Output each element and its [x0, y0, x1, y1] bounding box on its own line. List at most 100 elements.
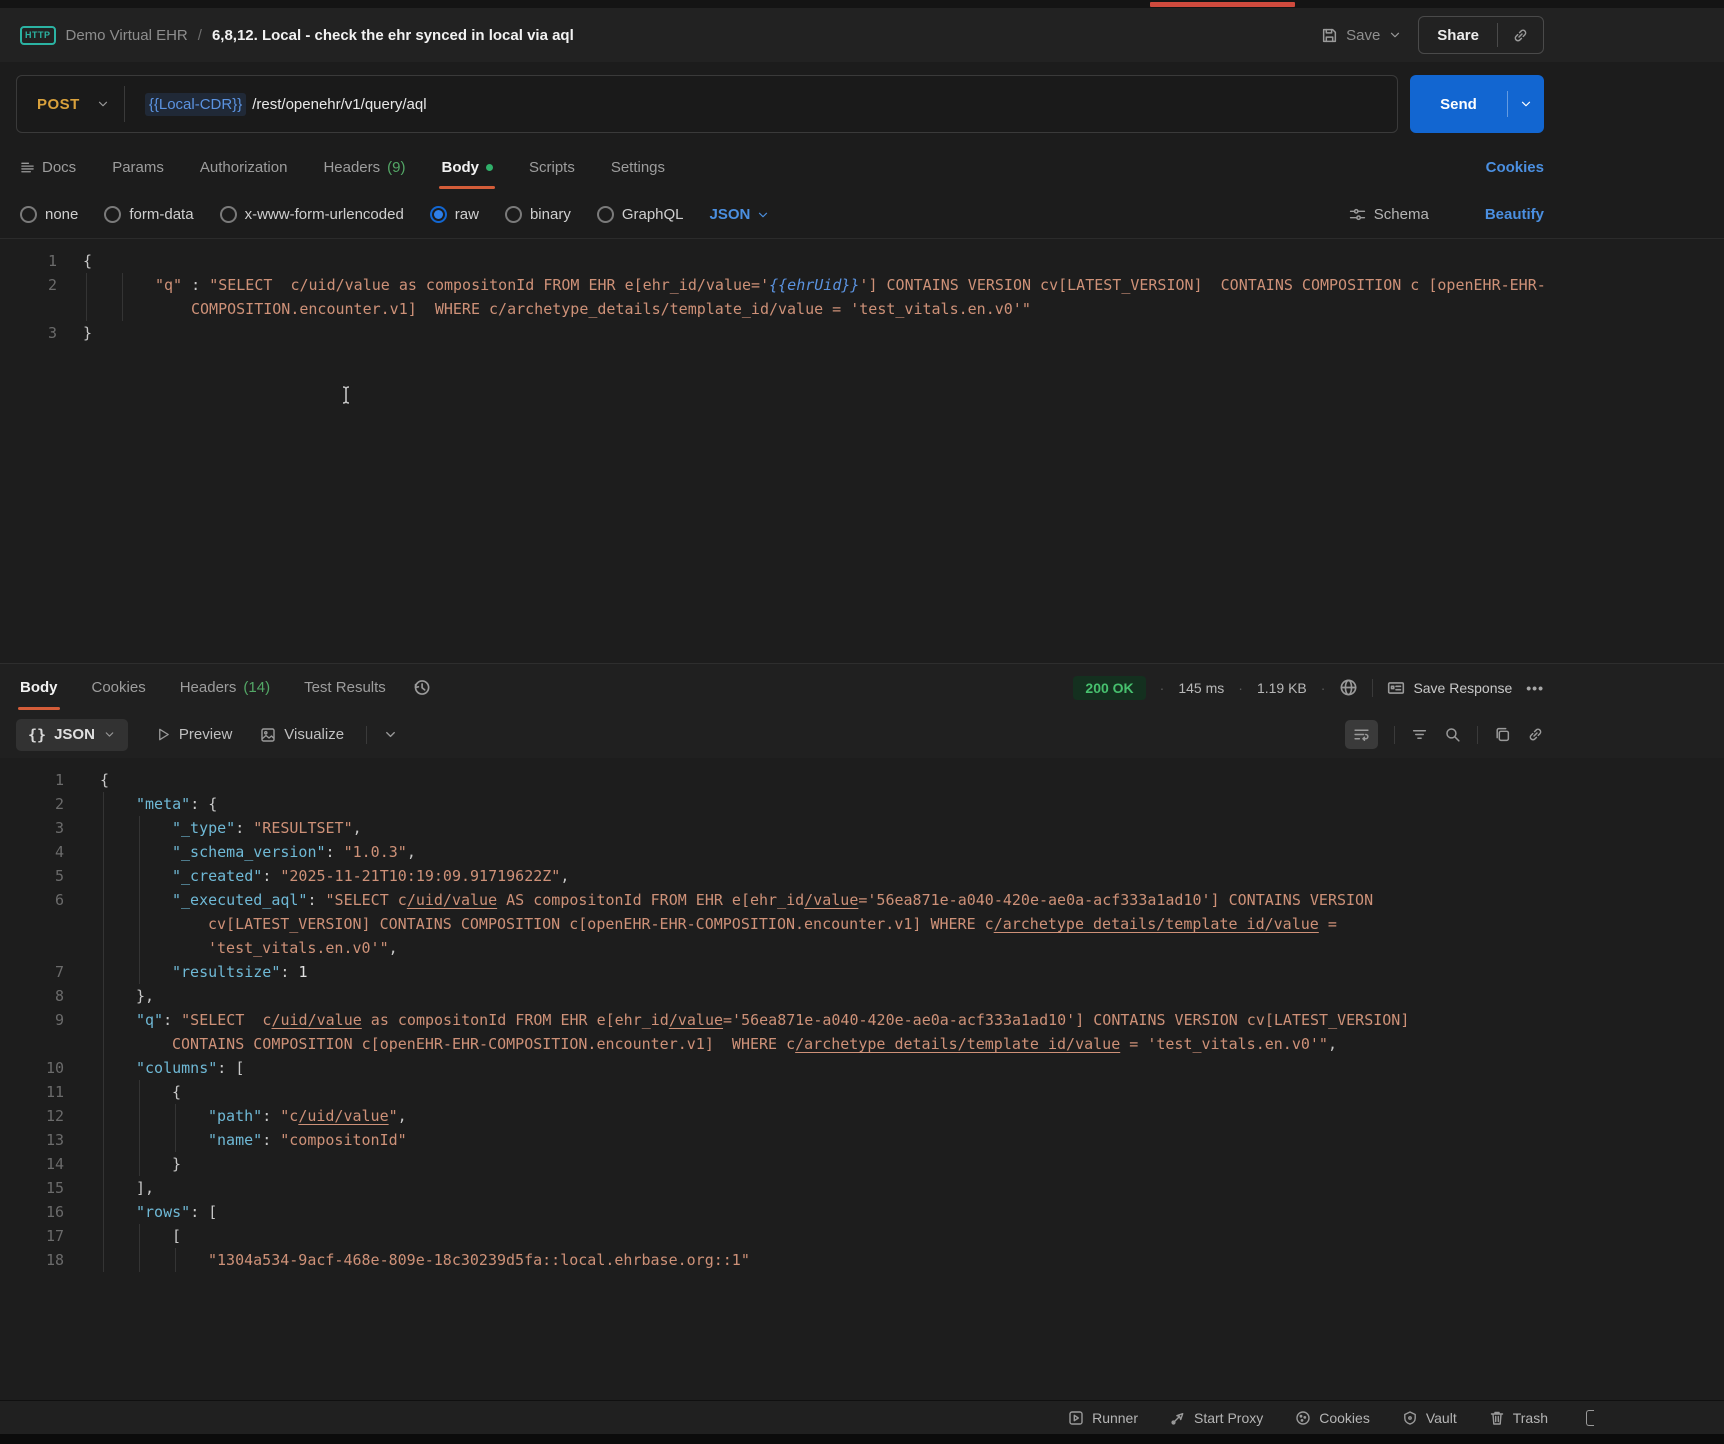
radio-icon [20, 206, 37, 223]
runner-button[interactable]: Runner [1068, 1410, 1138, 1426]
breadcrumb-collection[interactable]: Demo Virtual EHR [66, 27, 188, 44]
tab-authorization[interactable]: Authorization [200, 144, 288, 191]
tab-docs[interactable]: Docs [20, 144, 76, 191]
cookies-link[interactable]: Cookies [1486, 159, 1544, 176]
response-tab-test-results[interactable]: Test Results [304, 664, 386, 711]
app-window: HTTP Demo Virtual EHR / 6,8,12. Local - … [0, 0, 1724, 1444]
code-token: [ [172, 1227, 181, 1245]
search-icon[interactable] [1444, 726, 1461, 743]
indent-guide [103, 816, 104, 840]
footer-label: Runner [1092, 1410, 1138, 1426]
filter-icon[interactable] [1411, 726, 1428, 743]
code-token: "name" [208, 1131, 262, 1149]
request-body-editor[interactable]: 1{2"q" : "SELECT c/uid/value as composit… [0, 238, 1724, 663]
indent-guide [175, 1248, 176, 1272]
floppy-icon [1321, 27, 1338, 44]
url-environment-variable[interactable]: {{Local-CDR}} [145, 93, 246, 116]
footer-label: Vault [1426, 1410, 1457, 1426]
tab-headers[interactable]: Headers (9) [323, 144, 405, 191]
indent-guide [175, 1104, 176, 1128]
code-token: : [326, 843, 344, 861]
start-proxy-button[interactable]: Start Proxy [1170, 1410, 1263, 1426]
dot-separator [1160, 680, 1165, 696]
vault-button[interactable]: Vault [1402, 1410, 1457, 1426]
save-response-button[interactable]: Save Response [1387, 679, 1512, 697]
code-line: 6"_executed_aql": "SELECT c/uid/value AS… [0, 888, 1724, 960]
indent-guide [103, 984, 104, 1008]
visualize-button[interactable]: Visualize [260, 726, 344, 743]
send-options-button[interactable] [1508, 97, 1544, 111]
text-cursor [340, 385, 352, 405]
preview-button[interactable]: Preview [156, 726, 232, 743]
docs-icon [20, 160, 35, 175]
url-box: POST {{Local-CDR}} /rest/openehr/v1/quer… [16, 75, 1398, 133]
indent-guide [103, 1128, 104, 1152]
divider [1477, 726, 1478, 744]
mode-x-www-form-urlencoded[interactable]: x-www-form-urlencoded [220, 206, 404, 223]
code-line: 5"_created": "2025-11-21T10:19:09.917196… [0, 864, 1724, 888]
copy-link-button[interactable] [1498, 27, 1543, 44]
tab-label: Headers [180, 679, 237, 696]
response-size[interactable]: 1.19 KB [1257, 680, 1307, 696]
beautify-button[interactable]: Beautify [1485, 206, 1544, 223]
active-tab-indicator [1150, 2, 1295, 7]
response-tab-headers[interactable]: Headers (14) [180, 664, 270, 711]
mode-raw[interactable]: raw [430, 206, 479, 223]
tab-scripts[interactable]: Scripts [529, 144, 575, 191]
cookies-button[interactable]: Cookies [1295, 1410, 1370, 1426]
line-number: 17 [0, 1224, 100, 1248]
indent-guide [139, 816, 140, 840]
response-body-viewer[interactable]: 1{2"meta": {3"_type": "RESULTSET",4"_sch… [0, 758, 1724, 1400]
save-button[interactable]: Save [1321, 27, 1402, 44]
indent-guide [103, 888, 104, 960]
response-tab-body[interactable]: Body [20, 664, 58, 712]
trash-button[interactable]: Trash [1489, 1410, 1548, 1426]
code-token: "SELECT c [181, 1011, 271, 1029]
method-selector[interactable]: POST [17, 96, 96, 113]
response-tab-cookies[interactable]: Cookies [92, 664, 146, 711]
code-token: AS compositonId FROM EHR e[ehr_id [497, 891, 804, 909]
copy-icon[interactable] [1494, 726, 1511, 743]
method-chevron[interactable] [96, 97, 110, 111]
code-text: "name": "compositonId" [100, 1128, 1724, 1152]
code-text: "1304a534-9acf-468e-809e-18c30239d5fa::l… [100, 1248, 1724, 1272]
image-icon [260, 727, 276, 743]
mode-none[interactable]: none [20, 206, 78, 223]
word-wrap-icon [1353, 726, 1370, 743]
language-selector[interactable]: JSON [710, 206, 771, 223]
code-text: "path": "c/uid/value", [100, 1104, 1724, 1128]
code-text: }, [100, 984, 1724, 1008]
history-icon[interactable] [412, 678, 431, 697]
status-badge[interactable]: 200 OK [1073, 676, 1145, 700]
mode-form-data[interactable]: form-data [104, 206, 193, 223]
mode-graphql[interactable]: GraphQL [597, 206, 684, 223]
send-button[interactable]: Send [1410, 96, 1507, 113]
word-wrap-toggle[interactable] [1345, 720, 1378, 749]
more-options-button[interactable]: ••• [1526, 680, 1544, 696]
window-bottom-edge [0, 1434, 1724, 1444]
globe-icon[interactable] [1339, 678, 1358, 697]
schema-button[interactable]: Schema [1349, 206, 1429, 223]
header-actions: Save Share [1321, 16, 1544, 54]
line-number: 18 [0, 1248, 100, 1272]
code-token: "SELECT c/uid/value as compositonId FROM… [209, 276, 769, 294]
indent-guide [86, 273, 87, 321]
mode-binary[interactable]: binary [505, 206, 571, 223]
url-input[interactable]: {{Local-CDR}} /rest/openehr/v1/query/aql [125, 93, 427, 116]
share-button[interactable]: Share [1419, 27, 1497, 44]
response-format-selector[interactable]: {} JSON [16, 719, 128, 751]
tab-body[interactable]: Body [441, 144, 493, 191]
link-icon[interactable] [1527, 726, 1544, 743]
code-line: 10"columns": [ [0, 1056, 1724, 1080]
code-token: : [262, 867, 280, 885]
chevron-down-icon [96, 97, 110, 111]
code-text: "columns": [ [100, 1056, 1724, 1080]
response-time[interactable]: 145 ms [1178, 680, 1224, 696]
indent-guide [139, 960, 140, 984]
proxy-icon [1170, 1410, 1186, 1426]
tab-settings[interactable]: Settings [611, 144, 665, 191]
chevron-down-icon[interactable] [383, 727, 398, 742]
chevron-down-icon[interactable] [1388, 28, 1402, 42]
tab-params[interactable]: Params [112, 144, 164, 191]
indent-guide [103, 1080, 104, 1104]
